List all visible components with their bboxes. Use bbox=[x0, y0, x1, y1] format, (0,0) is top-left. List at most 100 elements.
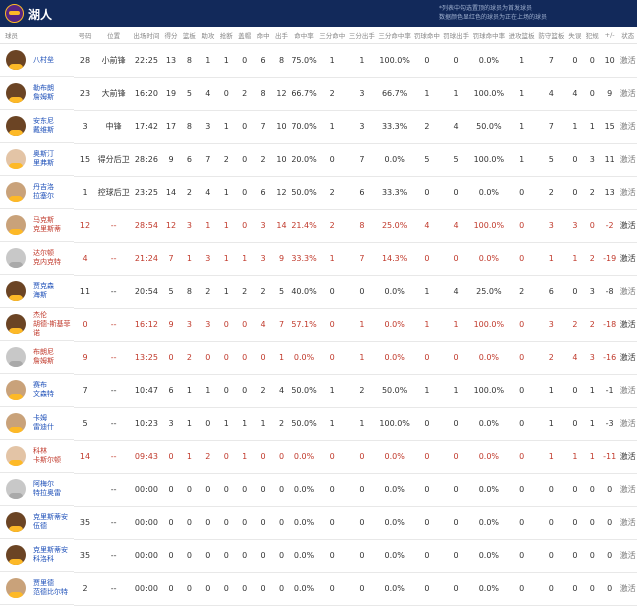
stat-cell: 9 bbox=[161, 308, 181, 342]
table-row[interactable]: 贾克森 海斯 11 -- 20:54 5 8 2 1 2 2 5 40.0% 0 0 0.0% 1 4 25.0%… bbox=[0, 275, 637, 309]
column-header[interactable]: 助攻 bbox=[198, 27, 218, 44]
stat-cell: 28:26 bbox=[131, 143, 162, 177]
column-header[interactable]: 三分出手 bbox=[347, 27, 377, 44]
column-header[interactable]: 出手 bbox=[272, 27, 291, 44]
column-header[interactable]: 失误 bbox=[566, 27, 584, 44]
stat-cell: 4 bbox=[441, 209, 471, 243]
stat-cell: 0 bbox=[253, 572, 273, 606]
player-name-link[interactable]: 勒布朗 詹姆斯 bbox=[26, 84, 54, 102]
column-header[interactable]: 出场时间 bbox=[131, 27, 162, 44]
stat-cell: 0 bbox=[161, 539, 181, 573]
player-cell: 科林 卡斯尔顿 bbox=[0, 440, 74, 473]
stat-cell: 0 bbox=[566, 539, 584, 573]
player-name-link[interactable]: 贾克森 海斯 bbox=[26, 282, 54, 300]
player-name-link[interactable]: 马克斯 克里斯蒂 bbox=[26, 216, 61, 234]
column-header[interactable]: 得分 bbox=[161, 27, 181, 44]
player-name-link[interactable]: 贾里德 范德比尔特 bbox=[26, 579, 68, 597]
player-name-link[interactable]: 八村垒 bbox=[26, 56, 54, 65]
table-row[interactable]: 八村垒 28 小前锋 22:25 13 8 1 1 0 6 8 75.0% 1 1 100.0% 0 0 0.0%… bbox=[0, 43, 637, 78]
column-header[interactable]: 罚球命中 bbox=[412, 27, 442, 44]
stat-cell: 70.0% bbox=[290, 110, 318, 144]
column-header[interactable]: 命中 bbox=[253, 27, 273, 44]
table-row[interactable]: 达尔顿 克内克特 4 -- 21:24 7 1 3 1 1 3 9 33.3% 1 7 14.3% 0 0 0.0… bbox=[0, 242, 637, 276]
table-row[interactable]: 贾里德 范德比尔特 2 -- 00:00 0 0 0 0 0 0 0 0.0% 0 0 0.0% 0 0 0.0%… bbox=[0, 572, 637, 606]
player-name-link[interactable]: 安东尼 戴维斯 bbox=[26, 117, 54, 135]
stat-cell: 3 bbox=[536, 209, 567, 243]
stat-cell: 100.0% bbox=[470, 77, 507, 111]
player-name-link[interactable]: 克里斯蒂安 伍德 bbox=[26, 513, 68, 531]
column-header[interactable]: 防守篮板 bbox=[536, 27, 567, 44]
table-row[interactable]: 布朗尼 詹姆斯 9 -- 13:25 0 2 0 0 0 0 1 0.0% 0 1 0.0% 0 0 0.0% 0 2… bbox=[0, 341, 637, 375]
stat-cell: 0 bbox=[235, 341, 254, 375]
stat-cell: 2 bbox=[253, 143, 273, 177]
stat-cell: 1 bbox=[412, 77, 442, 111]
stat-cell: 1 bbox=[235, 407, 254, 441]
column-header[interactable]: 位置 bbox=[96, 27, 132, 44]
stat-cell: -18 bbox=[600, 308, 619, 342]
stat-cell: -- bbox=[96, 506, 132, 540]
stat-cell: 0 bbox=[198, 539, 218, 573]
player-name-link[interactable]: 科林 卡斯尔顿 bbox=[26, 447, 61, 465]
stat-cell: -- bbox=[96, 275, 132, 309]
stat-cell: 1 bbox=[583, 407, 601, 441]
column-header[interactable]: 抢断 bbox=[217, 27, 236, 44]
column-header[interactable]: 犯规 bbox=[583, 27, 601, 44]
table-row[interactable]: 安东尼 戴维斯 3 中锋 17:42 17 8 3 1 0 7 10 70.0% 1 3 33.3% 2 4 50… bbox=[0, 110, 637, 144]
player-name-link[interactable]: 丹吉洛 拉塞尔 bbox=[26, 183, 54, 201]
player-name-link[interactable]: 杰伦 胡德-斯基菲 诺 bbox=[26, 311, 71, 338]
column-header[interactable]: 进攻篮板 bbox=[506, 27, 537, 44]
player-avatar-icon bbox=[6, 182, 26, 202]
stat-cell: 1 bbox=[180, 242, 199, 276]
column-header[interactable]: 罚球命中率 bbox=[470, 27, 507, 44]
column-header[interactable]: 号码 bbox=[73, 27, 97, 44]
player-name-link[interactable]: 阿梅尔 特拉奥雷 bbox=[26, 480, 61, 498]
table-row[interactable]: 克里斯蒂安 伍德 35 -- 00:00 0 0 0 0 0 0 0 0.0% 0 0 0.0% 0 0 0.0%… bbox=[0, 506, 637, 540]
table-row[interactable]: 马克斯 克里斯蒂 12 -- 28:54 12 3 1 1 0 3 14 21.4% 2 8 25.0% 4 4… bbox=[0, 209, 637, 243]
table-row[interactable]: 杰伦 胡德-斯基菲 诺 0 -- 16:12 9 3 3 0 0 4 7 57.1% 0 1 0.0% 1 1 1… bbox=[0, 308, 637, 342]
player-name-link[interactable]: 奥斯汀 里弗斯 bbox=[26, 150, 54, 168]
stat-cell: 0 bbox=[412, 473, 442, 507]
table-row[interactable]: 克里斯蒂安 科洛科 35 -- 00:00 0 0 0 0 0 0 0 0.0% 0 0 0.0% 0 0 0.0… bbox=[0, 539, 637, 573]
table-row[interactable]: 丹吉洛 拉塞尔 1 控球后卫 23:25 14 2 4 1 0 6 12 50.0% 2 6 33.3% 0 0… bbox=[0, 176, 637, 210]
stat-cell: 1 bbox=[566, 242, 584, 276]
player-name-link[interactable]: 达尔顿 克内克特 bbox=[26, 249, 61, 267]
stat-cell: 3 bbox=[253, 209, 273, 243]
column-header[interactable]: 三分命中 bbox=[317, 27, 348, 44]
stat-cell: 19 bbox=[161, 77, 181, 111]
column-header[interactable]: 盖帽 bbox=[235, 27, 254, 44]
column-header[interactable]: 命中率 bbox=[290, 27, 318, 44]
stat-cell: 0 bbox=[506, 242, 537, 276]
stat-cell: 0.0% bbox=[376, 143, 413, 177]
table-row[interactable]: 阿梅尔 特拉奥雷 -- 00:00 0 0 0 0 0 0 0 0.0% 0 0 0.0% 0 0 0.0% 0 0… bbox=[0, 473, 637, 507]
stat-cell: -- bbox=[96, 308, 132, 342]
table-row[interactable]: 科林 卡斯尔顿 14 -- 09:43 0 1 2 0 1 0 0 0.0% 0 0 0.0% 0 0 0.0% 0… bbox=[0, 440, 637, 474]
column-header[interactable]: 罚球出手 bbox=[441, 27, 471, 44]
column-header[interactable]: +/- bbox=[600, 27, 619, 44]
table-row[interactable]: 卡姆 雷迪什 5 -- 10:23 3 1 0 1 1 1 2 50.0% 1 1 100.0% 0 0 0.0%… bbox=[0, 407, 637, 441]
stat-cell: -- bbox=[96, 473, 132, 507]
stat-cell: 7 bbox=[347, 143, 377, 177]
player-name-link[interactable]: 卡姆 雷迪什 bbox=[26, 414, 54, 432]
player-name-link[interactable]: 布朗尼 詹姆斯 bbox=[26, 348, 54, 366]
stat-cell: 0 bbox=[161, 473, 181, 507]
stat-cell: 1 bbox=[347, 341, 377, 375]
stat-cell: 0 bbox=[441, 407, 471, 441]
stat-cell: 1 bbox=[536, 407, 567, 441]
column-header[interactable]: 篮板 bbox=[180, 27, 199, 44]
stat-cell: 1 bbox=[217, 110, 236, 144]
table-row[interactable]: 赛布 文森特 7 -- 10:47 6 1 1 0 0 2 4 50.0% 1 2 50.0% 1 1 100.0… bbox=[0, 374, 637, 408]
player-name-link[interactable]: 克里斯蒂安 科洛科 bbox=[26, 546, 68, 564]
stat-cell: 0 bbox=[217, 506, 236, 540]
column-header[interactable]: 球员 bbox=[0, 27, 74, 44]
stat-cell: 50.0% bbox=[290, 374, 318, 408]
player-name-link[interactable]: 赛布 文森特 bbox=[26, 381, 54, 399]
stat-cell: 100.0% bbox=[470, 308, 507, 342]
table-row[interactable]: 奥斯汀 里弗斯 15 得分后卫 28:26 9 6 7 2 0 2 10 20.0% 0 7 0.0% 5 5 1… bbox=[0, 143, 637, 177]
stat-cell: -- bbox=[96, 440, 132, 474]
table-row[interactable]: 勒布朗 詹姆斯 23 大前锋 16:20 19 5 4 0 2 8 12 66.7% 2 3 66.7% 1 1… bbox=[0, 77, 637, 111]
column-header[interactable]: 三分命中率 bbox=[376, 27, 413, 44]
stat-cell: 0 bbox=[506, 440, 537, 474]
column-header[interactable]: 状态 bbox=[618, 27, 637, 44]
stat-cell: 4 bbox=[566, 341, 584, 375]
stat-cell: 1 bbox=[198, 374, 218, 408]
